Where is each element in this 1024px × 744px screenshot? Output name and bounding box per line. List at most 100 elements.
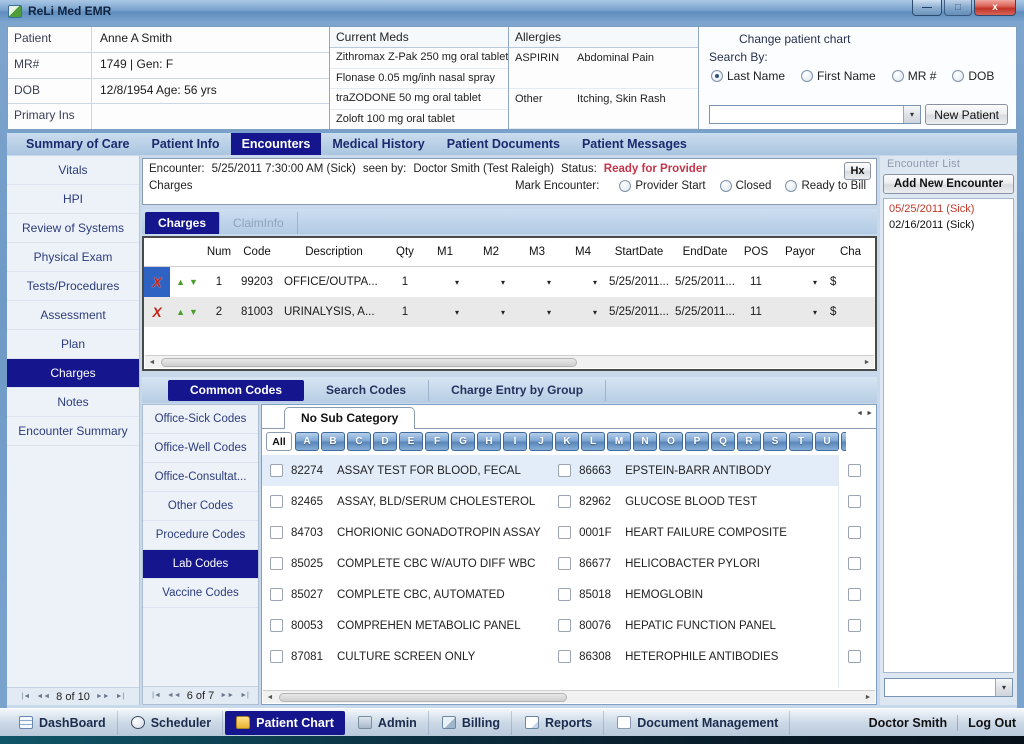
codes-tab[interactable]: Common Codes	[168, 380, 304, 401]
sidebar-item[interactable]: Assessment	[7, 301, 139, 330]
code-category-item[interactable]: Other Codes	[143, 492, 258, 521]
radio-icon[interactable]	[952, 70, 964, 82]
code-item[interactable]: 80076 HEPATIC FUNCTION PANEL	[550, 610, 838, 641]
taskbar-item[interactable]: Patient Chart	[225, 711, 345, 735]
checkbox-icon[interactable]	[848, 619, 861, 632]
code-category-item[interactable]: Vaccine Codes	[143, 579, 258, 608]
alphabet-letter-button[interactable]: A	[295, 432, 319, 451]
code-item[interactable]: 84703 CHORIONIC GONADOTROPIN ASSAY	[262, 517, 550, 548]
next-page-icon[interactable]	[220, 692, 234, 699]
code-category-item[interactable]: Office-Consultat...	[143, 463, 258, 492]
codes-tab[interactable]: Charge Entry by Group	[429, 380, 606, 401]
radio-icon[interactable]	[892, 70, 904, 82]
checkbox-icon[interactable]	[558, 650, 571, 663]
alphabet-letter-button[interactable]: N	[633, 432, 657, 451]
main-tab[interactable]: Patient Info	[141, 133, 231, 155]
alphabet-letter-button[interactable]: Q	[711, 432, 735, 451]
alphabet-letter-button[interactable]: L	[581, 432, 605, 451]
radio-icon[interactable]	[785, 180, 797, 192]
alphabet-letter-button[interactable]: T	[789, 432, 813, 451]
alphabet-letter-button[interactable]: E	[399, 432, 423, 451]
main-tab[interactable]: Medical History	[321, 133, 435, 155]
charge-tab[interactable]: Charges	[145, 212, 220, 234]
alphabet-letter-button[interactable]: C	[347, 432, 371, 451]
move-up-icon[interactable]	[176, 276, 185, 288]
move-down-icon[interactable]	[189, 276, 198, 288]
last-page-icon[interactable]	[116, 693, 125, 700]
checkbox-icon[interactable]	[270, 588, 283, 601]
code-item[interactable]: 85025 COMPLETE CBC W/AUTO DIFF WBC	[262, 548, 550, 579]
radio-icon[interactable]	[720, 180, 732, 192]
radio-icon[interactable]	[801, 70, 813, 82]
combo-dropdown-arrow-icon[interactable]	[903, 106, 920, 123]
alphabet-letter-button[interactable]: I	[503, 432, 527, 451]
combo-dropdown-arrow-icon[interactable]	[995, 679, 1012, 696]
code-category-item[interactable]: Lab Codes	[143, 550, 258, 579]
checkbox-icon[interactable]	[558, 526, 571, 539]
hx-button[interactable]: Hx	[844, 162, 871, 180]
sidebar-item[interactable]: Vitals	[7, 156, 139, 185]
last-page-icon[interactable]	[240, 692, 249, 699]
charge-tab[interactable]: ClaimInfo	[220, 212, 298, 234]
payor-dropdown-icon[interactable]	[774, 267, 826, 297]
encounter-filter-combobox[interactable]	[884, 678, 1013, 697]
add-new-encounter-button[interactable]: Add New Encounter	[883, 174, 1014, 194]
delete-charge-icon[interactable]	[144, 297, 170, 327]
radio-icon[interactable]	[619, 180, 631, 192]
checkbox-icon[interactable]	[848, 495, 861, 508]
med-item[interactable]: Zoloft 100 mg oral tablet	[330, 110, 508, 130]
main-tab[interactable]: Encounters	[231, 133, 322, 155]
alphabet-all-button[interactable]: All	[266, 432, 292, 451]
payor-dropdown-icon[interactable]	[774, 297, 826, 327]
main-tab[interactable]: Patient Documents	[436, 133, 571, 155]
checkbox-icon[interactable]	[558, 557, 571, 570]
sidebar-item[interactable]: Plan	[7, 330, 139, 359]
encounter-list-item[interactable]: 05/25/2011 (Sick)	[884, 201, 1013, 217]
checkbox-icon[interactable]	[270, 557, 283, 570]
alphabet-letter-button[interactable]: O	[659, 432, 683, 451]
alphabet-scroll-right-icon[interactable]	[866, 410, 873, 417]
main-tab[interactable]: Patient Messages	[571, 133, 698, 155]
move-up-icon[interactable]	[176, 306, 185, 318]
sidebar-item[interactable]: Charges	[7, 359, 139, 388]
checkbox-icon[interactable]	[848, 650, 861, 663]
scroll-right-icon[interactable]	[861, 357, 873, 367]
m1-dropdown-icon[interactable]	[422, 297, 468, 327]
checkbox-icon[interactable]	[848, 464, 861, 477]
allergy-row[interactable]: ASPIRIN Abdominal Pain	[509, 48, 698, 89]
checkbox-icon[interactable]	[270, 526, 283, 539]
code-item[interactable]: 86663 EPSTEIN-BARR ANTIBODY	[550, 455, 838, 486]
m2-dropdown-icon[interactable]	[468, 297, 514, 327]
sidebar-item[interactable]: Encounter Summary	[7, 417, 139, 446]
code-item[interactable]: 82274 ASSAY TEST FOR BLOOD, FECAL	[262, 455, 550, 486]
first-page-icon[interactable]	[152, 692, 161, 699]
sidebar-item[interactable]: HPI	[7, 185, 139, 214]
sub-category-tab[interactable]: No Sub Category	[284, 407, 415, 429]
m3-dropdown-icon[interactable]	[514, 267, 560, 297]
code-item[interactable]: 0001F HEART FAILURE COMPOSITE	[550, 517, 838, 548]
move-down-icon[interactable]	[189, 306, 198, 318]
alphabet-letter-button[interactable]: H	[477, 432, 501, 451]
prev-page-icon[interactable]	[36, 693, 50, 700]
maximize-button[interactable]: □	[944, 0, 972, 16]
mark-encounter-option[interactable]: Provider Start	[619, 180, 705, 192]
radio-icon[interactable]	[711, 70, 723, 82]
alphabet-letter-button[interactable]: M	[607, 432, 631, 451]
next-page-icon[interactable]	[96, 693, 110, 700]
checkbox-icon[interactable]	[270, 619, 283, 632]
code-category-item[interactable]: Procedure Codes	[143, 521, 258, 550]
close-button[interactable]: x	[974, 0, 1016, 16]
m2-dropdown-icon[interactable]	[468, 267, 514, 297]
grid-horizontal-scrollbar[interactable]	[145, 355, 874, 368]
med-item[interactable]: Zithromax Z-Pak 250 mg oral tablet	[330, 48, 508, 69]
code-item[interactable]: 82962 GLUCOSE BLOOD TEST	[550, 486, 838, 517]
checkbox-icon[interactable]	[848, 588, 861, 601]
scroll-left-icon[interactable]	[264, 692, 276, 702]
search-by-option[interactable]: First Name	[801, 69, 876, 83]
code-item[interactable]: 87081 CULTURE SCREEN ONLY	[262, 641, 550, 672]
scrollbar-thumb[interactable]	[161, 358, 577, 367]
med-item[interactable]: traZODONE 50 mg oral tablet	[330, 89, 508, 110]
checkbox-icon[interactable]	[558, 464, 571, 477]
m4-dropdown-icon[interactable]	[560, 297, 606, 327]
code-item[interactable]: 86308 HETEROPHILE ANTIBODIES	[550, 641, 838, 672]
